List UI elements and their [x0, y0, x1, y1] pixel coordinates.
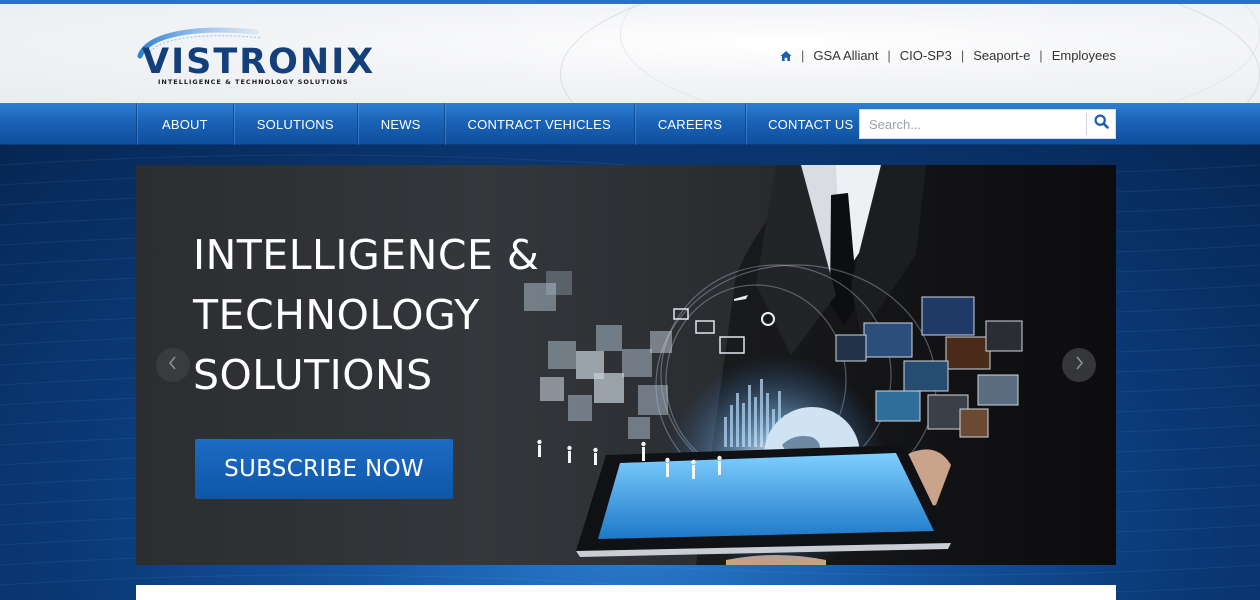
separator: |	[960, 48, 965, 63]
separator: |	[800, 48, 805, 63]
logo[interactable]: VISTRONIX INTELLIGENCE & TECHNOLOGY SOLU…	[136, 22, 373, 88]
nav-item-news[interactable]: NEWS	[356, 103, 444, 145]
search-icon	[1093, 114, 1109, 134]
nav-item-careers[interactable]: CAREERS	[633, 103, 745, 145]
hero-title-line: TECHNOLOGY	[193, 291, 480, 339]
hero-title-line: SOLUTIONS	[193, 351, 433, 399]
slider-prev-button[interactable]	[156, 348, 190, 382]
separator: |	[1039, 48, 1043, 63]
nav-item-contract-vehicles[interactable]: CONTRACT VEHICLES	[443, 103, 634, 145]
utility-link-seaport-e[interactable]: Seaport-e	[973, 48, 1030, 63]
hero-slider: INTELLIGENCE & TECHNOLOGY SOLUTIONS SUBS…	[136, 165, 1116, 565]
chevron-right-icon	[1073, 355, 1085, 375]
logo-wordmark: VISTRONIX	[142, 42, 376, 82]
home-icon[interactable]	[780, 50, 792, 62]
hero-title-line: INTELLIGENCE &	[193, 231, 540, 279]
utility-nav: | GSA Alliant | CIO-SP3 | Seaport-e | Em…	[780, 48, 1116, 63]
content-panel	[136, 585, 1116, 600]
logo-tagline: INTELLIGENCE & TECHNOLOGY SOLUTIONS	[158, 78, 349, 86]
nav-item-about[interactable]: ABOUT	[136, 103, 233, 145]
search-button[interactable]	[1087, 110, 1115, 138]
nav-item-contact-us[interactable]: CONTACT US	[745, 103, 875, 145]
utility-link-employees[interactable]: Employees	[1052, 48, 1116, 63]
utility-link-cio-sp3[interactable]: CIO-SP3	[900, 48, 952, 63]
chevron-left-icon	[167, 355, 179, 375]
slider-next-button[interactable]	[1062, 348, 1096, 382]
main-navbar: ABOUT SOLUTIONS NEWS CONTRACT VEHICLES C…	[0, 103, 1260, 145]
nav-item-solutions[interactable]: SOLUTIONS	[232, 103, 357, 145]
hero-title: INTELLIGENCE & TECHNOLOGY SOLUTIONS	[193, 225, 539, 405]
separator: |	[887, 48, 891, 63]
utility-link-gsa-alliant[interactable]: GSA Alliant	[813, 48, 878, 63]
site-header: VISTRONIX INTELLIGENCE & TECHNOLOGY SOLU…	[0, 4, 1260, 103]
main-nav: ABOUT SOLUTIONS NEWS CONTRACT VEHICLES C…	[136, 103, 875, 145]
search-input[interactable]	[860, 110, 1086, 138]
search-box	[859, 109, 1116, 139]
subscribe-now-button[interactable]: SUBSCRIBE NOW	[195, 439, 453, 499]
